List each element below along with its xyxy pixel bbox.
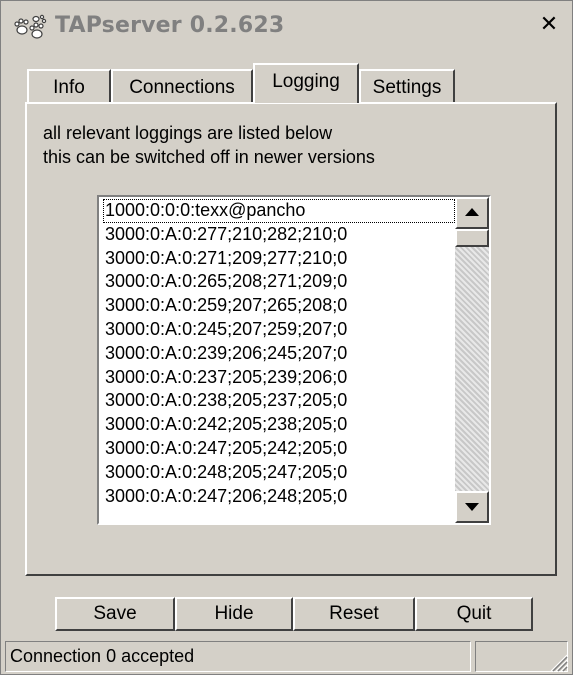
title-bar[interactable]: TAPserver 0.2.623 ✕ — [3, 3, 570, 43]
scroll-up-button[interactable] — [455, 197, 489, 229]
window-title: TAPserver 0.2.623 — [55, 13, 285, 38]
arrow-down-icon — [465, 503, 479, 511]
log-entry[interactable]: 3000:0:A:0:248;205;247;205;0 — [103, 461, 455, 485]
log-entry[interactable]: 3000:0:A:0:238;205;237;205;0 — [103, 389, 455, 413]
log-entry[interactable]: 3000:0:A:0:259;207;265;208;0 — [103, 294, 455, 318]
log-entry[interactable]: 3000:0:A:0:247;206;248;205;0 — [103, 485, 455, 509]
vertical-scrollbar[interactable] — [455, 197, 489, 523]
log-entry[interactable]: 3000:0:A:0:245;207;259;207;0 — [103, 318, 455, 342]
log-entry[interactable]: 3000:0:A:0:239;206;245;207;0 — [103, 342, 455, 366]
scroll-thumb[interactable] — [455, 229, 489, 247]
arrow-up-icon — [465, 208, 479, 216]
close-button[interactable]: ✕ — [535, 13, 563, 39]
tab-connections[interactable]: Connections — [111, 69, 253, 103]
tab-info[interactable]: Info — [27, 69, 111, 103]
logging-description-line1: all relevant loggings are listed below — [43, 123, 333, 143]
log-entry[interactable]: 3000:0:A:0:237;205;239;206;0 — [103, 366, 455, 390]
resize-grip-icon[interactable] — [548, 652, 568, 672]
log-entries: 1000:0:0:0:texx@pancho 3000:0:A:0:277;21… — [103, 199, 455, 508]
logging-listbox[interactable]: 1000:0:0:0:texx@pancho 3000:0:A:0:277;21… — [97, 195, 491, 525]
app-window: TAPserver 0.2.623 ✕ Info Connections Log… — [0, 0, 573, 675]
log-entry[interactable]: 3000:0:A:0:242;205;238;205;0 — [103, 413, 455, 437]
status-text: Connection 0 accepted — [10, 646, 195, 666]
log-entry[interactable]: 3000:0:A:0:265;208;271;209;0 — [103, 270, 455, 294]
tab-settings[interactable]: Settings — [359, 69, 455, 103]
hide-button[interactable]: Hide — [175, 597, 293, 631]
log-entry[interactable]: 3000:0:A:0:277;210;282;210;0 — [103, 223, 455, 247]
log-entry[interactable]: 3000:0:A:0:247;205;242;205;0 — [103, 437, 455, 461]
tab-logging[interactable]: Logging — [253, 63, 359, 103]
log-entry[interactable]: 1000:0:0:0:texx@pancho — [103, 199, 455, 223]
logging-description-line2: this can be switched off in newer versio… — [43, 147, 375, 167]
status-pane-main: Connection 0 accepted — [5, 641, 471, 672]
paw-prints-icon — [13, 13, 47, 41]
log-entry[interactable]: 3000:0:A:0:271;209;277;210;0 — [103, 247, 455, 271]
scroll-down-button[interactable] — [455, 491, 489, 523]
save-button[interactable]: Save — [55, 597, 175, 631]
reset-button[interactable]: Reset — [293, 597, 415, 631]
quit-button[interactable]: Quit — [415, 597, 533, 631]
status-bar: Connection 0 accepted — [3, 639, 570, 674]
